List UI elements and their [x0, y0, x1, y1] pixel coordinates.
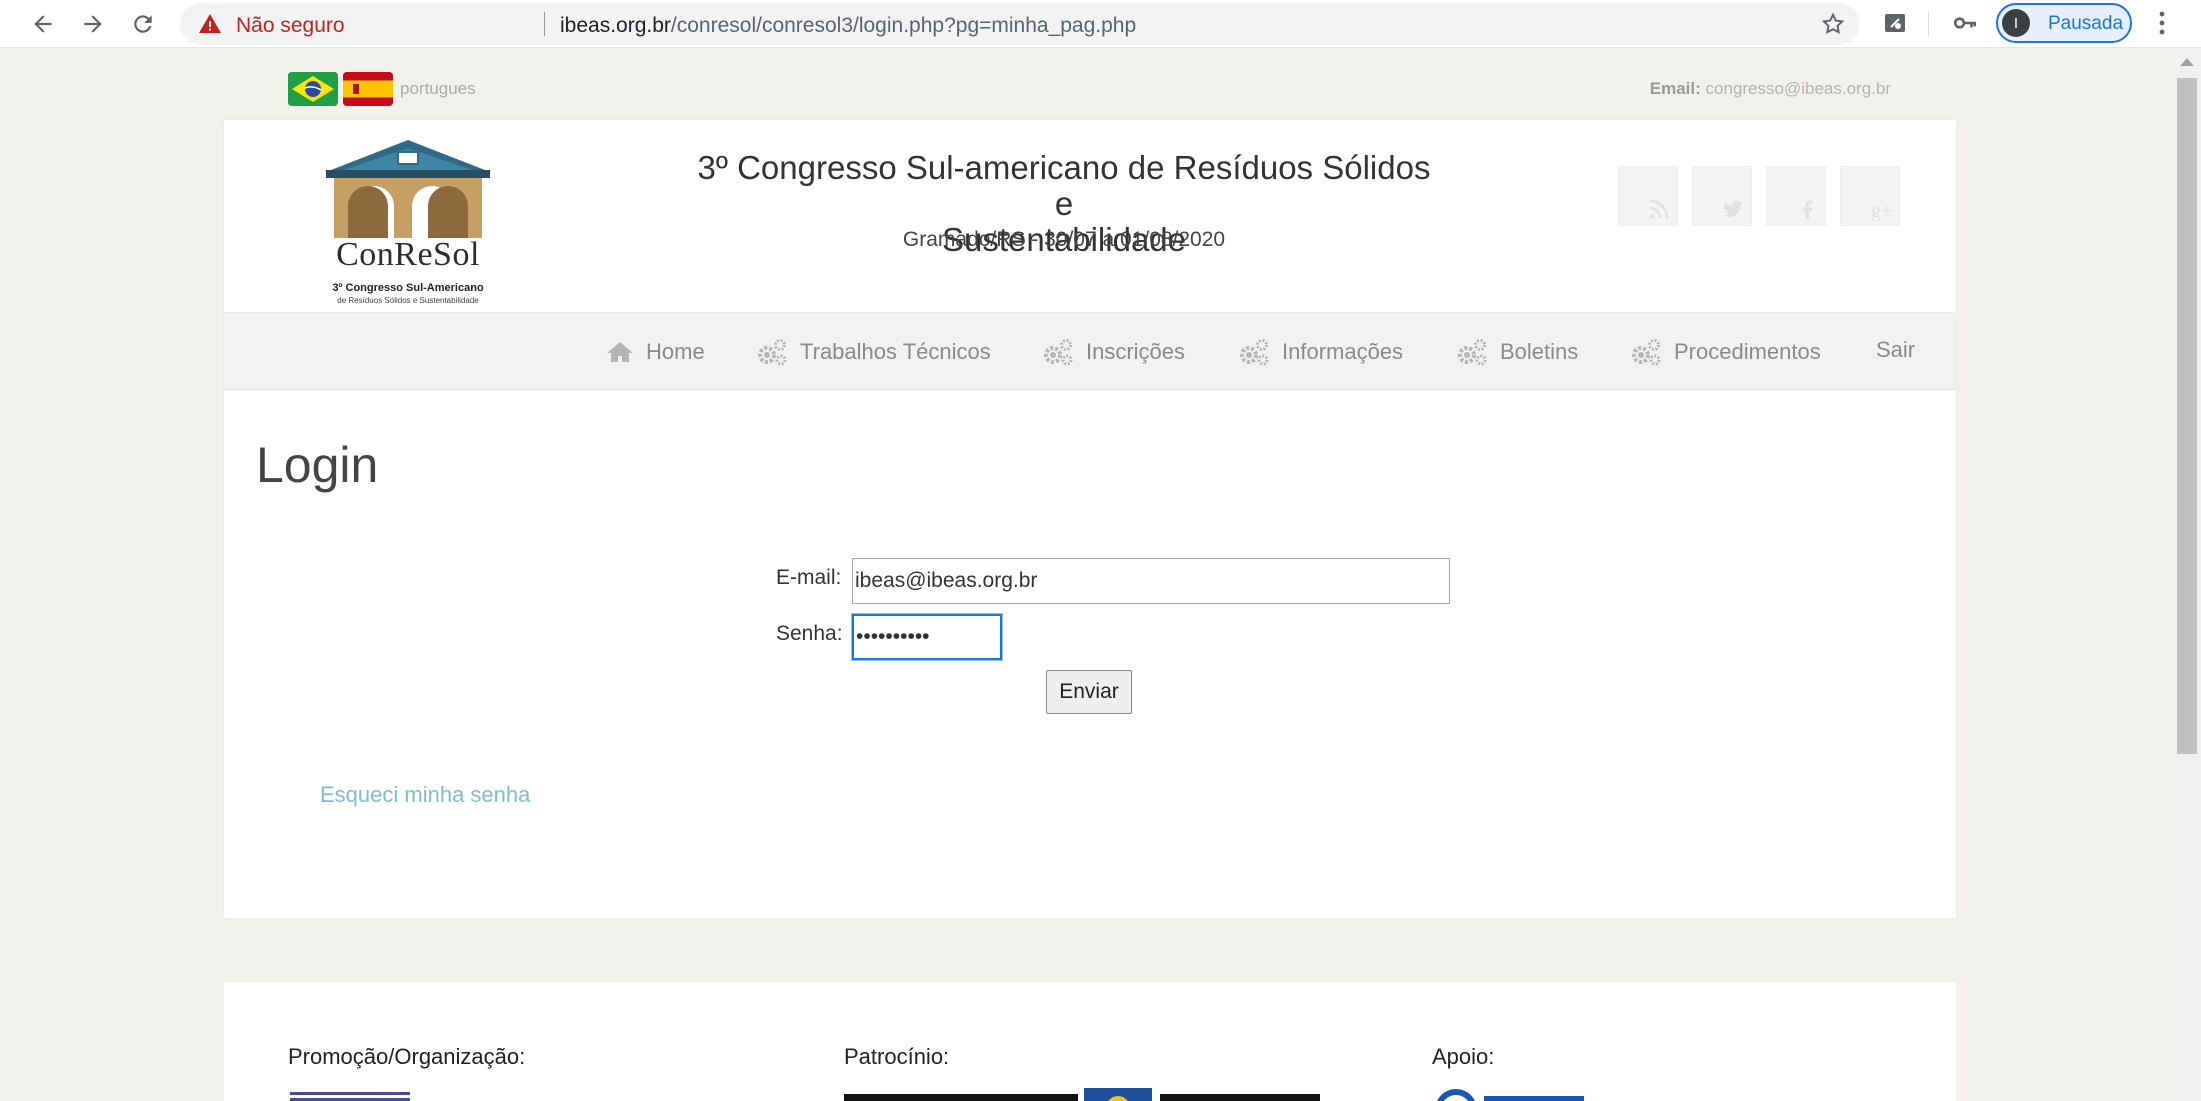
back-button[interactable] — [24, 6, 62, 42]
nav-label: Boletins — [1500, 339, 1579, 364]
url-text[interactable]: ibeas.org.br/conresol/conresol3/login.ph… — [560, 14, 1136, 38]
brazil-flag-icon[interactable] — [288, 72, 338, 106]
password-field[interactable] — [851, 613, 1003, 661]
google-plus-icon: g+ — [1871, 200, 1892, 221]
passwords-button[interactable] — [1950, 8, 1980, 38]
promotion-label: Promoção/Organização: — [288, 1044, 526, 1069]
profile-status: Pausada — [2048, 13, 2124, 34]
gears-icon — [1632, 339, 1661, 366]
contact-email-value[interactable]: congresso@ibeas.org.br — [1706, 79, 1891, 98]
rss-button[interactable] — [1618, 166, 1678, 226]
address-bar[interactable]: Não seguro ibeas.org.br/conresol/conreso… — [180, 3, 1860, 45]
contact-email: Email: congresso@ibeas.org.br — [1650, 79, 1891, 99]
twitter-button[interactable] — [1692, 166, 1752, 226]
scrollbar-thumb[interactable] — [2177, 78, 2197, 754]
browser-toolbar: Não seguro ibeas.org.br/conresol/conreso… — [0, 0, 2201, 48]
arrow-left-icon — [34, 15, 52, 33]
nav-item-trabalhos-tecnicos[interactable]: Trabalhos Técnicos — [756, 337, 991, 367]
arrow-right-icon — [84, 15, 102, 33]
nav-label: Home — [646, 339, 705, 364]
more-vert-icon[interactable] — [2152, 8, 2172, 38]
email-label: E-mail: — [776, 566, 842, 589]
profile-button[interactable]: I Pausada — [1996, 3, 2132, 43]
url-host: ibeas.org.br — [560, 14, 671, 37]
support-label: Apoio: — [1432, 1044, 1495, 1069]
gears-icon — [1044, 339, 1073, 366]
key-icon — [1953, 17, 1977, 29]
extension-icon — [1885, 14, 1905, 32]
toolbar-divider — [1928, 12, 1929, 36]
forgot-password-link[interactable]: Esqueci minha senha — [320, 782, 530, 808]
conresol-logo[interactable]: ConReSol 3º Congresso Sul-Americano de R… — [312, 136, 504, 305]
gears-icon — [758, 339, 787, 366]
url-path: /conresol/conresol3/login.php?pg=minha_p… — [670, 14, 1137, 37]
title-line-1: 3º Congresso Sul-americano de Resíduos S… — [697, 149, 1431, 222]
pavilion-logo-icon — [326, 140, 490, 238]
gears-icon — [1240, 339, 1269, 366]
nav-item-boletins[interactable]: Boletins — [1456, 337, 1578, 367]
submit-button[interactable]: Enviar — [1046, 670, 1132, 714]
nav-item-inscricoes[interactable]: Inscrições — [1042, 337, 1185, 367]
twitter-icon — [1723, 200, 1743, 218]
nav-label: Trabalhos Técnicos — [800, 339, 991, 364]
svg-text:g+: g+ — [1871, 200, 1892, 221]
nav-item-sair[interactable]: Sair — [1876, 335, 1915, 365]
support-logo-icon[interactable] — [1434, 1088, 1594, 1101]
spain-flag-icon[interactable] — [343, 72, 393, 106]
nav-label: Sair — [1876, 337, 1916, 362]
logo-tagline-small: de Resíduos Sólidos e Sustentabilidade — [337, 296, 479, 305]
reload-icon — [134, 15, 152, 33]
sponsor-logo-icon[interactable] — [844, 1088, 1334, 1101]
home-icon — [607, 342, 633, 362]
organizer-logo-icon[interactable] — [290, 1088, 410, 1101]
email-field[interactable] — [852, 558, 1450, 604]
security-status[interactable]: Não seguro — [236, 14, 345, 38]
nav-label: Procedimentos — [1674, 339, 1821, 364]
contact-email-prefix: Email: — [1649, 79, 1701, 98]
facebook-icon — [1802, 200, 1813, 219]
main-nav: Home Trabalhos Técnicos Inscrições Infor… — [224, 312, 1956, 390]
footer-partners: Promoção/Organização: Patrocínio: Apoio: — [224, 982, 1956, 1101]
star-icon[interactable] — [1820, 11, 1846, 37]
logo-tagline: 3º Congresso Sul-Americano — [332, 282, 484, 294]
sponsor-label: Patrocínio: — [844, 1044, 950, 1069]
nav-label: Informações — [1282, 339, 1404, 364]
event-date-location: Gramado/RS - 30/07 a 01/08/2020 — [902, 228, 1226, 251]
main-card: ConReSol 3º Congresso Sul-Americano de R… — [224, 120, 1956, 918]
nav-item-home[interactable]: Home — [606, 337, 705, 367]
facebook-button[interactable] — [1766, 166, 1826, 226]
google-plus-button[interactable]: g+ — [1840, 166, 1900, 226]
extension-button[interactable] — [1880, 8, 1910, 38]
warning-icon — [199, 14, 221, 33]
login-heading: Login — [256, 437, 379, 493]
nav-label: Inscrições — [1086, 339, 1186, 364]
password-label: Senha: — [776, 622, 843, 645]
reload-button[interactable] — [124, 6, 162, 42]
rss-icon — [1649, 199, 1669, 219]
scroll-up-arrow-icon[interactable] — [2180, 58, 2194, 66]
logo-brand: ConReSol — [336, 236, 480, 273]
page-scrollbar[interactable] — [2173, 48, 2201, 1101]
forward-button[interactable] — [74, 6, 112, 42]
nav-item-procedimentos[interactable]: Procedimentos — [1630, 337, 1821, 367]
avatar: I — [2002, 9, 2030, 37]
nav-item-informacoes[interactable]: Informações — [1238, 337, 1403, 367]
gears-icon — [1458, 339, 1487, 366]
omnibox-separator — [544, 12, 545, 36]
language-label[interactable]: portugues — [400, 79, 476, 99]
